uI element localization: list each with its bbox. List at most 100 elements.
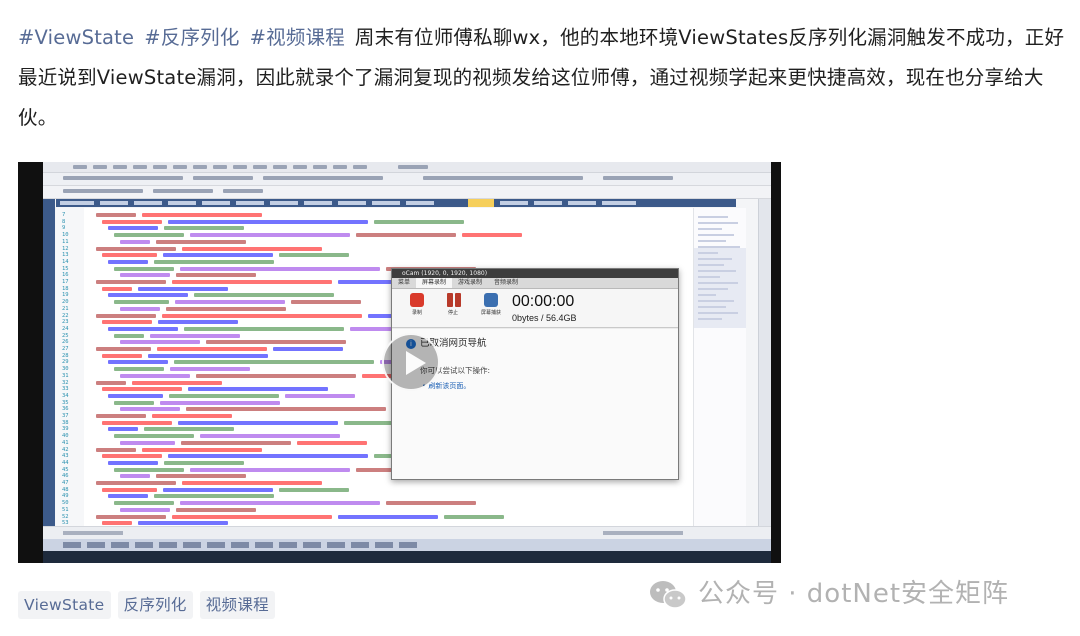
code-segment bbox=[169, 393, 279, 398]
line-number: 8 bbox=[62, 218, 66, 225]
topic-tag[interactable]: 视频课程 bbox=[199, 591, 275, 619]
screen-capture-button: 屏幕捕获 bbox=[480, 293, 502, 316]
code-segment bbox=[444, 514, 504, 519]
code-segment bbox=[114, 434, 194, 439]
code-segment bbox=[206, 340, 346, 345]
line-number: 24 bbox=[62, 325, 69, 332]
code-segment bbox=[285, 393, 355, 398]
code-segment bbox=[180, 501, 380, 506]
watermark: 公众号 · dotNet安全矩阵 bbox=[648, 573, 1068, 615]
code-segment bbox=[96, 313, 156, 318]
code-segment bbox=[120, 273, 170, 278]
code-segment bbox=[120, 507, 170, 512]
line-number: 31 bbox=[62, 372, 69, 379]
line-number: 16 bbox=[62, 272, 69, 279]
code-segment bbox=[297, 440, 367, 445]
code-segment bbox=[194, 293, 334, 298]
code-segment bbox=[108, 460, 158, 465]
line-number: 44 bbox=[62, 459, 69, 466]
code-segment bbox=[188, 387, 328, 392]
line-number: 52 bbox=[62, 513, 69, 520]
line-number: 48 bbox=[62, 486, 69, 493]
line-number: 26 bbox=[62, 339, 69, 346]
watermark-text: 公众号 · dotNet安全矩阵 bbox=[698, 579, 1010, 609]
code-segment bbox=[152, 414, 232, 418]
code-segment bbox=[114, 400, 154, 405]
code-segment bbox=[138, 286, 228, 291]
line-number: 11 bbox=[62, 238, 69, 245]
code-segment bbox=[462, 233, 522, 238]
video-player[interactable]: 7 8 9 10 11 12 13 14 15 16 17 18 19 20 21 22 23 24 25 26 27 2… bbox=[18, 162, 781, 563]
line-number: 30 bbox=[62, 366, 69, 373]
code-segment bbox=[168, 454, 368, 459]
code-segment bbox=[190, 233, 350, 238]
code-line: 13 bbox=[56, 252, 693, 258]
code-segment bbox=[170, 367, 250, 372]
line-number: 49 bbox=[62, 493, 69, 500]
code-segment bbox=[182, 481, 322, 485]
recording-size: 0bytes / 56.4GB bbox=[512, 313, 577, 323]
code-segment bbox=[273, 347, 343, 351]
recorder-controls: 录制 停止 屏幕捕获 00:00:00 0bytes / 56.4GB bbox=[392, 289, 678, 328]
code-line: 11 bbox=[56, 239, 693, 245]
line-number: 47 bbox=[62, 480, 69, 486]
vs-left-dock bbox=[43, 199, 55, 544]
code-segment bbox=[174, 360, 374, 365]
code-segment bbox=[120, 407, 180, 412]
code-line: 14 bbox=[56, 259, 693, 265]
code-segment bbox=[338, 514, 438, 519]
topic-tag[interactable]: 反序列化 bbox=[117, 591, 193, 619]
code-segment bbox=[108, 326, 178, 331]
line-number: 40 bbox=[62, 433, 69, 440]
code-segment bbox=[120, 440, 175, 445]
code-segment bbox=[114, 501, 174, 506]
code-segment bbox=[114, 266, 174, 271]
hashtag-link[interactable]: #视频课程 bbox=[250, 26, 345, 49]
recorder-tab: 菜单 bbox=[398, 279, 411, 286]
code-segment bbox=[178, 420, 338, 425]
code-segment bbox=[154, 494, 274, 499]
code-segment bbox=[144, 427, 234, 432]
code-segment bbox=[190, 467, 350, 472]
code-segment bbox=[114, 367, 164, 372]
code-segment bbox=[102, 253, 157, 258]
line-number: 32 bbox=[62, 379, 69, 386]
code-segment bbox=[114, 467, 184, 472]
code-segment bbox=[102, 286, 132, 291]
code-segment bbox=[108, 259, 148, 264]
code-segment bbox=[96, 246, 176, 251]
code-segment bbox=[175, 300, 285, 305]
line-number: 45 bbox=[62, 466, 69, 473]
code-line: 12 bbox=[56, 246, 693, 252]
hashtag-link[interactable]: #反序列化 bbox=[144, 26, 239, 49]
code-segment bbox=[158, 320, 238, 325]
play-icon[interactable] bbox=[382, 333, 440, 391]
stop-button: 停止 bbox=[442, 293, 464, 316]
topic-tag[interactable]: ViewState bbox=[18, 591, 111, 619]
code-segment bbox=[102, 320, 152, 325]
code-line: 9 bbox=[56, 225, 693, 231]
hashtag-link[interactable]: #ViewState bbox=[18, 26, 134, 49]
code-segment bbox=[196, 373, 356, 378]
code-segment bbox=[176, 507, 256, 512]
code-segment bbox=[164, 226, 244, 231]
line-number: 7 bbox=[62, 212, 66, 218]
code-segment bbox=[96, 514, 166, 519]
code-segment bbox=[132, 380, 222, 385]
code-segment bbox=[108, 427, 138, 432]
code-segment bbox=[120, 373, 190, 378]
monitor-icon bbox=[484, 293, 498, 307]
code-segment bbox=[181, 440, 291, 445]
code-segment bbox=[163, 253, 273, 258]
code-segment bbox=[120, 306, 160, 311]
code-line: 10 bbox=[56, 232, 693, 238]
code-segment bbox=[156, 239, 246, 244]
record-button: 录制 bbox=[406, 293, 428, 316]
line-number: 15 bbox=[62, 265, 69, 272]
code-line: 48 bbox=[56, 487, 693, 493]
record-icon bbox=[410, 293, 424, 307]
code-minimap bbox=[693, 208, 746, 526]
code-segment bbox=[172, 280, 332, 284]
code-segment bbox=[279, 253, 349, 258]
vs-right-dock bbox=[758, 199, 771, 544]
